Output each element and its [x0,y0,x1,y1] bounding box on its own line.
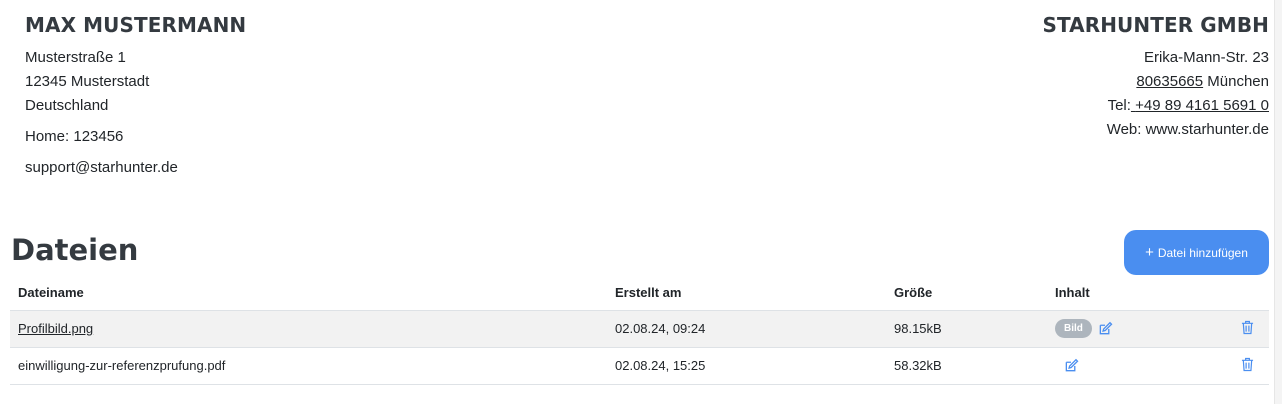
company-city: München [1207,73,1269,90]
file-name-link[interactable]: Profilbild.png [18,321,93,336]
file-size: 58.32kB [886,347,1047,385]
table-row: Profilbild.png 02.08.24, 09:24 98.15kB B… [10,310,1269,348]
column-header-filename[interactable]: Dateiname [10,276,607,311]
file-created: 02.08.24, 15:25 [607,347,886,385]
company-phone-label: Tel: [1107,97,1131,114]
company-zip-city: 80635665 München [1042,70,1269,94]
company-phone-link[interactable]: +49 89 4161 5691 0 [1131,97,1269,114]
customer-name: MAX MUSTERMANN [25,13,247,37]
company-street: Erika-Mann-Str. 23 [1143,49,1269,66]
customer-address-block: MAX MUSTERMANN Musterstraße 1 12345 Must… [25,12,246,180]
content-type-badge: Bild [1055,319,1092,338]
trash-icon[interactable] [1239,319,1255,335]
company-address-block: STARHUNTER GMBH Erika-Mann-Str. 23 80635… [1042,12,1269,142]
customer-country: Deutschland [25,97,109,114]
company-phone: Tel: +49 89 4161 5691 0 [1042,94,1269,118]
column-header-size[interactable]: Größe [886,276,1047,311]
edit-icon[interactable] [1063,358,1079,374]
customer-street: Musterstraße 1 [25,49,126,66]
company-web: Web: www.starhunter.de [1106,121,1269,138]
customer-city: 12345 Musterstadt [25,73,150,90]
scrollbar[interactable] [1274,0,1282,404]
table-row: einwilligung-zur-referenzprufung.pdf 02.… [10,347,1269,385]
company-zip-link[interactable]: 80635665 [1136,73,1203,90]
add-file-button-label: Datei hinzufügen [1157,245,1248,260]
page-title: Dateien [11,233,139,267]
edit-icon[interactable] [1098,321,1114,337]
file-created: 02.08.24, 09:24 [607,310,886,348]
add-file-button[interactable]: + Datei hinzufügen [1124,230,1269,275]
files-table: Dateiname Erstellt am Größe Inhalt Profi… [10,276,1269,385]
table-header-row: Dateiname Erstellt am Größe Inhalt [10,276,1269,311]
file-size: 98.15kB [886,310,1047,348]
customer-phone: Home: 123456 [25,128,124,145]
file-name[interactable]: einwilligung-zur-referenzprufung.pdf [18,358,225,373]
column-header-content[interactable]: Inhalt [1047,276,1207,311]
trash-icon[interactable] [1239,356,1255,372]
plus-icon: + [1145,243,1154,261]
company-name: STARHUNTER GMBH [1042,13,1269,37]
column-header-actions [1207,276,1269,311]
customer-email: support@starhunter.de [25,159,178,176]
column-header-created[interactable]: Erstellt am [607,276,886,311]
